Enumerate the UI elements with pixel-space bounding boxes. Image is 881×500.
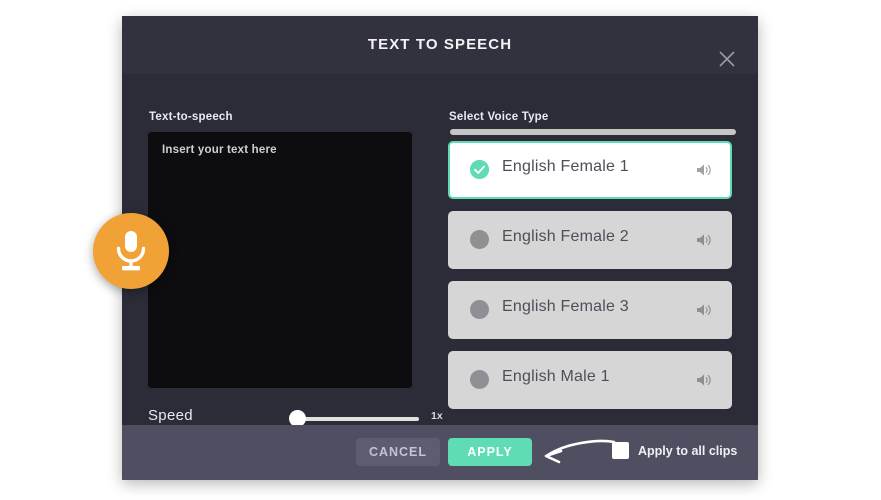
voice-option-label: English Female 2 (502, 228, 629, 245)
voice-option-label: English Female 1 (502, 158, 629, 175)
radio-icon (470, 230, 489, 249)
speaker-icon[interactable] (696, 233, 712, 247)
apply-button[interactable]: APPLY (448, 438, 532, 466)
microphone-badge (93, 213, 169, 289)
voice-list-scrollbar[interactable] (450, 129, 736, 135)
voice-option-english-male-1[interactable]: English Male 1 (448, 351, 732, 409)
voice-option-english-female-3[interactable]: English Female 3 (448, 281, 732, 339)
speaker-icon[interactable] (696, 373, 712, 387)
voice-list: English Female 1 English Female 2 Englis… (448, 129, 738, 419)
apply-to-all-clips-checkbox[interactable] (612, 442, 629, 459)
select-voice-type-label: Select Voice Type (449, 111, 549, 123)
voice-option-english-female-1[interactable]: English Female 1 (448, 141, 732, 199)
speed-value: 1x (431, 410, 443, 422)
text-input-area[interactable]: Insert your text here (148, 132, 412, 388)
radio-icon (470, 300, 489, 319)
text-input-placeholder: Insert your text here (162, 144, 277, 156)
dialog-header: TEXT TO SPEECH (122, 16, 758, 74)
voice-option-label: English Female 3 (502, 298, 629, 315)
apply-to-all-clips-label: Apply to all clips (638, 444, 738, 458)
cancel-button[interactable]: CANCEL (356, 438, 440, 466)
speed-label: Speed (148, 407, 193, 424)
voice-option-english-female-2[interactable]: English Female 2 (448, 211, 732, 269)
check-circle-icon (470, 160, 489, 179)
speaker-icon[interactable] (696, 303, 712, 317)
dialog-body: Text-to-speech Insert your text here Spe… (122, 74, 758, 427)
text-to-speech-label: Text-to-speech (149, 111, 233, 123)
voice-option-label: English Male 1 (502, 368, 610, 385)
arrow-annotation-icon (532, 437, 622, 467)
radio-icon (470, 370, 489, 389)
speaker-icon[interactable] (696, 163, 712, 177)
page-title: TEXT TO SPEECH (367, 36, 513, 53)
speed-slider-track[interactable] (294, 417, 419, 421)
text-to-speech-dialog: TEXT TO SPEECH Text-to-speech Insert you… (122, 16, 758, 480)
close-icon[interactable] (714, 46, 740, 72)
dialog-footer: CANCEL APPLY Apply to all clips (122, 425, 758, 480)
